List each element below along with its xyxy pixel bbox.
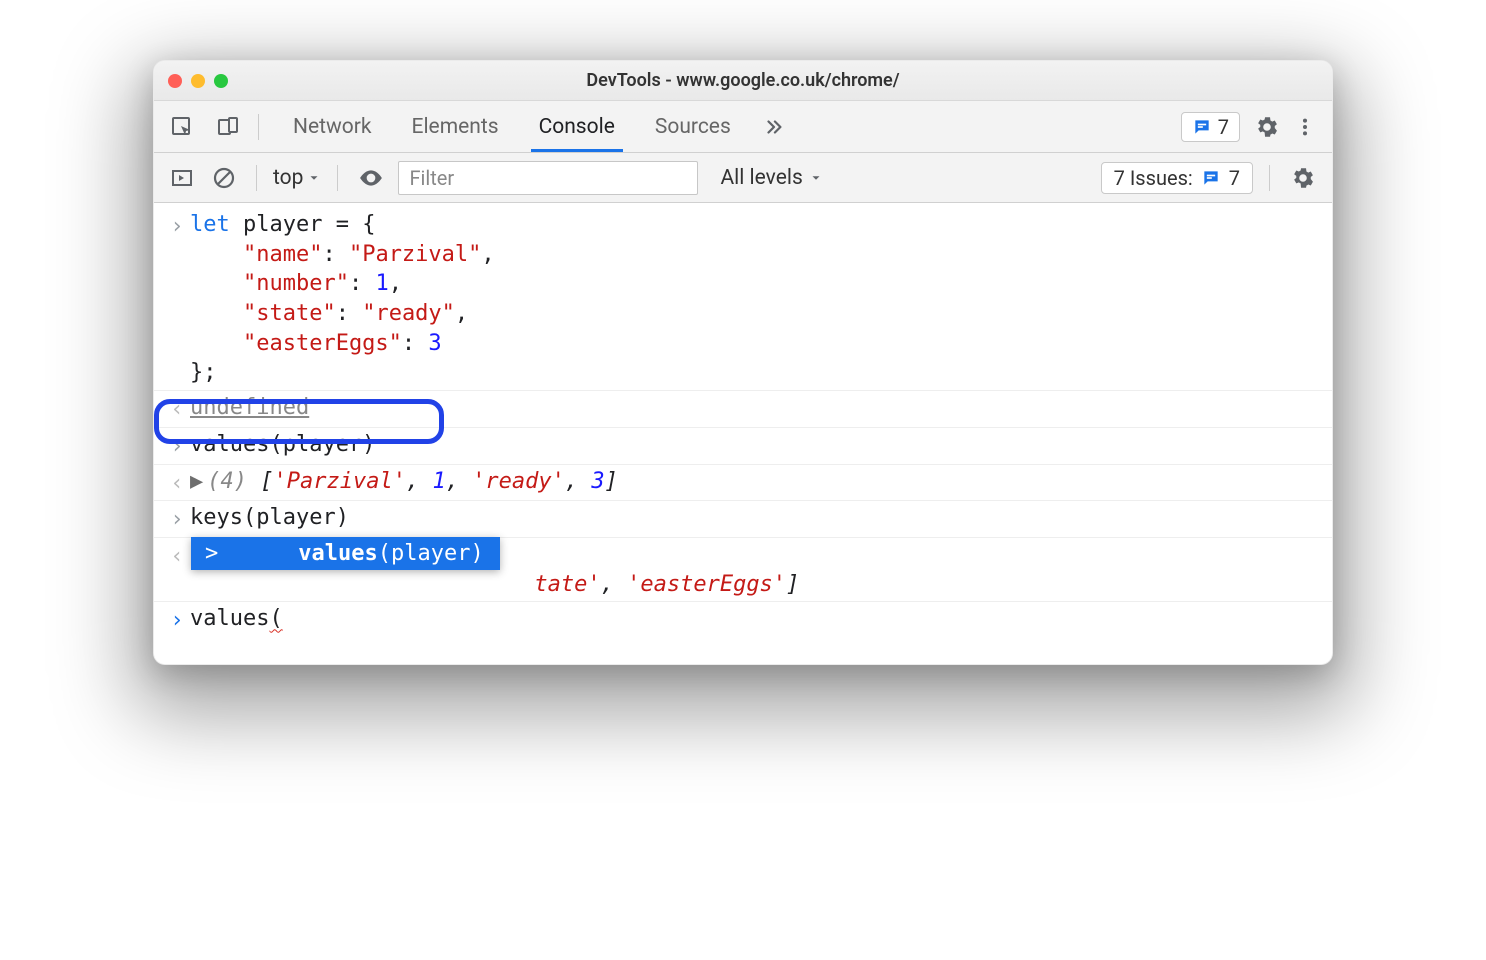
divider <box>337 165 338 191</box>
issues-label: 7 Issues: <box>1114 166 1193 190</box>
input-marker-icon: › <box>164 210 190 388</box>
input-marker-icon: › <box>164 503 190 535</box>
messages-badge[interactable]: 7 <box>1181 112 1240 142</box>
console-output-row: ‹ undefined <box>154 390 1332 427</box>
undefined-value: undefined <box>190 395 309 420</box>
issues-count: 7 <box>1229 166 1240 190</box>
gear-icon <box>1290 165 1316 191</box>
tab-elements[interactable]: Elements <box>392 101 519 152</box>
window-title: DevTools - www.google.co.uk/chrome/ <box>154 70 1332 91</box>
issues-button[interactable]: 7 Issues: 7 <box>1101 162 1253 194</box>
output-marker-icon: ‹ <box>164 393 190 425</box>
tab-more[interactable] <box>751 101 797 152</box>
tab-bar: Network Elements Console Sources 7 <box>154 101 1332 153</box>
more-menu-button[interactable] <box>1290 112 1320 142</box>
console-input-row[interactable]: › let player = { "name": "Parzival", "nu… <box>154 207 1332 390</box>
message-icon <box>1192 117 1212 137</box>
ac-arrow-icon: > <box>205 541 218 566</box>
console-input-row[interactable]: › keys(player) <box>154 500 1332 537</box>
eye-icon <box>358 165 384 191</box>
zoom-window-button[interactable] <box>214 74 228 88</box>
console-live-input[interactable]: › values( <box>154 601 1332 638</box>
divider <box>1269 165 1270 191</box>
sidebar-icon <box>170 166 194 190</box>
divider <box>256 165 257 191</box>
inspect-icon[interactable] <box>166 111 198 143</box>
console-output-row[interactable]: ‹ ▶(4) ['Parzival', 1, 'ready', 3] <box>154 464 1332 501</box>
code-block: let player = { "name": "Parzival", "numb… <box>190 210 1322 388</box>
log-levels-selector[interactable]: All levels <box>720 166 822 190</box>
filter-input[interactable]: Filter <box>398 161 698 195</box>
dropdown-triangle-icon <box>809 171 823 185</box>
titlebar: DevTools - www.google.co.uk/chrome/ <box>154 61 1332 101</box>
ac-suggestion: values(player) <box>298 541 483 566</box>
divider <box>258 114 259 140</box>
tab-network[interactable]: Network <box>273 101 392 152</box>
message-icon <box>1201 168 1221 188</box>
gear-icon <box>1254 114 1280 140</box>
close-window-button[interactable] <box>168 74 182 88</box>
context-selector[interactable]: top <box>273 166 321 190</box>
autocomplete-popup[interactable]: > values(player) <box>191 537 500 570</box>
live-expression-button[interactable] <box>354 161 388 195</box>
levels-label: All levels <box>720 166 802 190</box>
minimize-window-button[interactable] <box>191 74 205 88</box>
traffic-lights <box>168 74 228 88</box>
input-marker-icon: › <box>164 430 190 462</box>
output-marker-icon: ‹ <box>164 467 190 499</box>
console-settings-button[interactable] <box>1286 161 1320 195</box>
code-text: keys(player) <box>190 505 349 530</box>
console-input-row[interactable]: › values(player) <box>154 427 1332 464</box>
settings-button[interactable] <box>1250 110 1284 144</box>
messages-count: 7 <box>1218 115 1229 139</box>
code-text: values(player) <box>190 432 375 457</box>
device-toggle-icon[interactable] <box>212 111 244 143</box>
tab-console[interactable]: Console <box>519 101 635 152</box>
devtools-window: DevTools - www.google.co.uk/chrome/ Netw… <box>153 60 1333 665</box>
dropdown-triangle-icon <box>307 171 321 185</box>
clear-console-button[interactable] <box>208 162 240 194</box>
context-label: top <box>273 166 303 190</box>
clear-icon <box>212 166 236 190</box>
filter-placeholder: Filter <box>409 166 454 190</box>
console-toolbar: top Filter All levels 7 Issues: 7 <box>154 153 1332 203</box>
console-sidebar-toggle[interactable] <box>166 162 198 194</box>
console-body: › let player = { "name": "Parzival", "nu… <box>154 203 1332 664</box>
prompt-marker-icon: › <box>164 604 190 636</box>
kebab-icon <box>1294 116 1316 138</box>
output-marker-icon: ‹ <box>164 540 190 599</box>
tab-sources[interactable]: Sources <box>635 101 751 152</box>
expand-triangle-icon[interactable]: ▶ <box>190 469 203 494</box>
chevron-double-right-icon <box>763 116 785 138</box>
